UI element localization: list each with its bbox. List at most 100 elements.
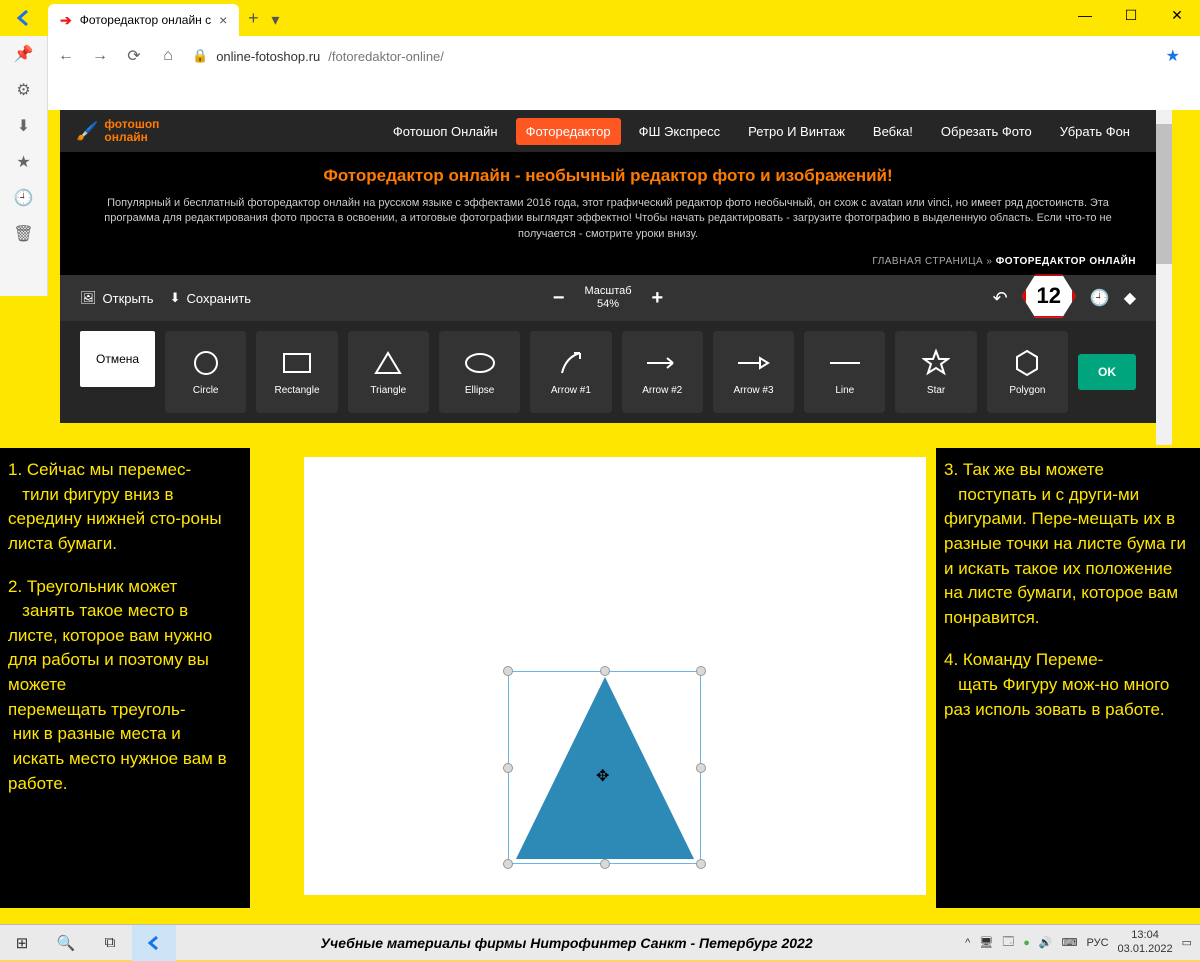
maximize-button[interactable]: ☐ [1108, 0, 1154, 30]
url-field[interactable]: 🔒 online-fotoshop.ru/fotoredaktor-online… [192, 48, 1152, 64]
breadcrumb-home[interactable]: ГЛАВНАЯ СТРАНИЦА [872, 256, 983, 267]
selection-handle[interactable] [600, 859, 610, 869]
nav-fotoredaktor[interactable]: Фоторедактор [516, 118, 621, 145]
close-button[interactable]: ✕ [1154, 0, 1200, 30]
selection-handle[interactable] [503, 666, 513, 676]
shape-star[interactable]: Star [895, 331, 976, 413]
selection-handle[interactable] [600, 666, 610, 676]
step-badge: 12 [1022, 272, 1076, 320]
nav-crop[interactable]: Обрезать Фото [931, 118, 1042, 145]
taskbar-app[interactable] [132, 925, 176, 961]
shape-line[interactable]: Line [804, 331, 885, 413]
shape-arrow2[interactable]: Arrow #2 [622, 331, 703, 413]
trash-icon[interactable]: 🗑 [13, 224, 33, 244]
new-tab-button[interactable]: + [239, 8, 267, 29]
shape-arrow1[interactable]: Arrow #1 [530, 331, 611, 413]
shape-arrow3[interactable]: Arrow #3 [713, 331, 794, 413]
tutorial-overlay-left: 1. Сейчас мы перемес- тили фигуру вниз в… [0, 448, 250, 908]
tray-battery-icon[interactable]: 🗔 [1002, 933, 1014, 952]
hero-desc: Популярный и бесплатный фоторедактор онл… [100, 196, 1116, 242]
site-logo[interactable]: 🖌️ фотошоп онлайн [76, 118, 159, 144]
bookmark-star-icon[interactable]: ★ [1166, 46, 1180, 66]
save-button[interactable]: ⬇ Сохранить [170, 290, 252, 306]
selection-handle[interactable] [696, 859, 706, 869]
scrollbar-thumb[interactable] [1156, 124, 1172, 264]
toolbar-right: ↶ 12 🕘 ◆ [993, 274, 1136, 322]
url-host: online-fotoshop.ru [216, 49, 320, 64]
nav-webcam[interactable]: Вебка! [863, 118, 923, 145]
shape-polygon[interactable]: Polygon [987, 331, 1068, 413]
shape-circle[interactable]: Circle [165, 331, 246, 413]
open-label: Открыть [103, 291, 154, 306]
image-icon: 🖼 [80, 290, 97, 306]
zoom-in-button[interactable]: + [652, 287, 664, 310]
gear-icon[interactable]: ⚙ [16, 80, 30, 100]
shape-label: Circle [193, 385, 219, 396]
shape-rectangle[interactable]: Rectangle [256, 331, 337, 413]
tray-keyboard-icon[interactable]: ⌨ [1062, 936, 1078, 949]
tab-close-icon[interactable]: × [219, 12, 227, 28]
download-icon[interactable]: ⬇ [17, 116, 30, 136]
forward-button[interactable]: → [90, 47, 110, 65]
reload-button[interactable]: ⟳ [124, 46, 144, 66]
home-button[interactable]: ⌂ [158, 47, 178, 65]
back-button[interactable]: ← [56, 47, 76, 65]
zoom-display: Масштаб 54% [584, 285, 631, 311]
selection-handle[interactable] [503, 859, 513, 869]
window-titlebar: ➔ Фоторедактор онлайн с × + ▾ — ☐ ✕ [0, 0, 1200, 36]
search-button[interactable]: 🔍 [44, 925, 88, 961]
lock-icon: 🔒 [192, 48, 208, 64]
system-tray: ^ 🖥 🗔 ● 🔊 ⌨ РУС 13:04 03.01.2022 ▭ [957, 929, 1200, 955]
taskview-button[interactable]: ⧉ [88, 925, 132, 961]
selection-handle[interactable] [696, 763, 706, 773]
history-button[interactable]: 🕘 [1090, 288, 1110, 308]
nav-photoshop-online[interactable]: Фотошоп Онлайн [383, 118, 508, 145]
shape-label: Arrow #2 [642, 385, 682, 396]
pin-icon[interactable]: 📌 [14, 44, 34, 64]
nav-express[interactable]: ФШ Экспресс [629, 118, 731, 145]
minimize-button[interactable]: — [1062, 0, 1108, 30]
shape-label: Rectangle [274, 385, 319, 396]
layers-button[interactable]: ◆ [1124, 288, 1136, 308]
clock-time: 13:04 [1118, 929, 1173, 942]
shape-ellipse[interactable]: Ellipse [439, 331, 520, 413]
polygon-icon [1013, 349, 1041, 377]
tabs-menu-chevron-icon[interactable]: ▾ [271, 10, 279, 30]
star-icon[interactable]: ★ [16, 152, 30, 172]
tray-lang[interactable]: РУС [1087, 937, 1109, 949]
nav-removebg[interactable]: Убрать Фон [1050, 118, 1140, 145]
start-button[interactable]: ⊞ [0, 925, 44, 961]
tray-clock[interactable]: 13:04 03.01.2022 [1118, 929, 1173, 955]
page-scrollbar[interactable] [1156, 110, 1172, 445]
history-icon[interactable]: 🕘 [14, 188, 34, 208]
shape-triangle[interactable]: Triangle [348, 331, 429, 413]
triangle-icon [374, 349, 402, 377]
zoom-out-button[interactable]: − [553, 287, 565, 310]
save-label: Сохранить [186, 291, 251, 306]
logo-text: фотошоп онлайн [104, 118, 159, 144]
star-icon [922, 349, 950, 377]
tutorial-step-3: 3. Так же вы можете поступать и с други-… [944, 458, 1192, 630]
hero-title: Фоторедактор онлайн - необычный редактор… [100, 166, 1116, 186]
tray-monitor-icon[interactable]: 🖥 [979, 936, 993, 949]
browser-tab[interactable]: ➔ Фоторедактор онлайн с × [48, 4, 239, 36]
window-controls: — ☐ ✕ [1062, 0, 1200, 30]
ellipse-icon [464, 349, 496, 377]
editor-canvas[interactable]: ✥ [304, 457, 926, 895]
open-button[interactable]: 🖼 Открыть [80, 290, 154, 306]
selection-handle[interactable] [696, 666, 706, 676]
cancel-button[interactable]: Отмена [80, 331, 155, 387]
tray-volume-icon[interactable]: 🔊 [1039, 936, 1053, 949]
tray-chevron-icon[interactable]: ^ [965, 937, 970, 949]
ok-label: OK [1098, 365, 1116, 379]
nav-retro[interactable]: Ретро И Винтаж [738, 118, 855, 145]
ok-button[interactable]: OK [1078, 354, 1136, 390]
tray-notifications-icon[interactable]: ▭ [1182, 936, 1192, 949]
download-icon: ⬇ [170, 290, 181, 306]
zoom-label-text: Масштаб [584, 285, 631, 298]
undo-button[interactable]: ↶ [993, 288, 1008, 309]
site-nav: Фотошоп Онлайн Фоторедактор ФШ Экспресс … [383, 118, 1140, 145]
selection-handle[interactable] [503, 763, 513, 773]
tray-security-icon[interactable]: ● [1023, 937, 1030, 949]
brush-icon: 🖌️ [76, 121, 98, 142]
